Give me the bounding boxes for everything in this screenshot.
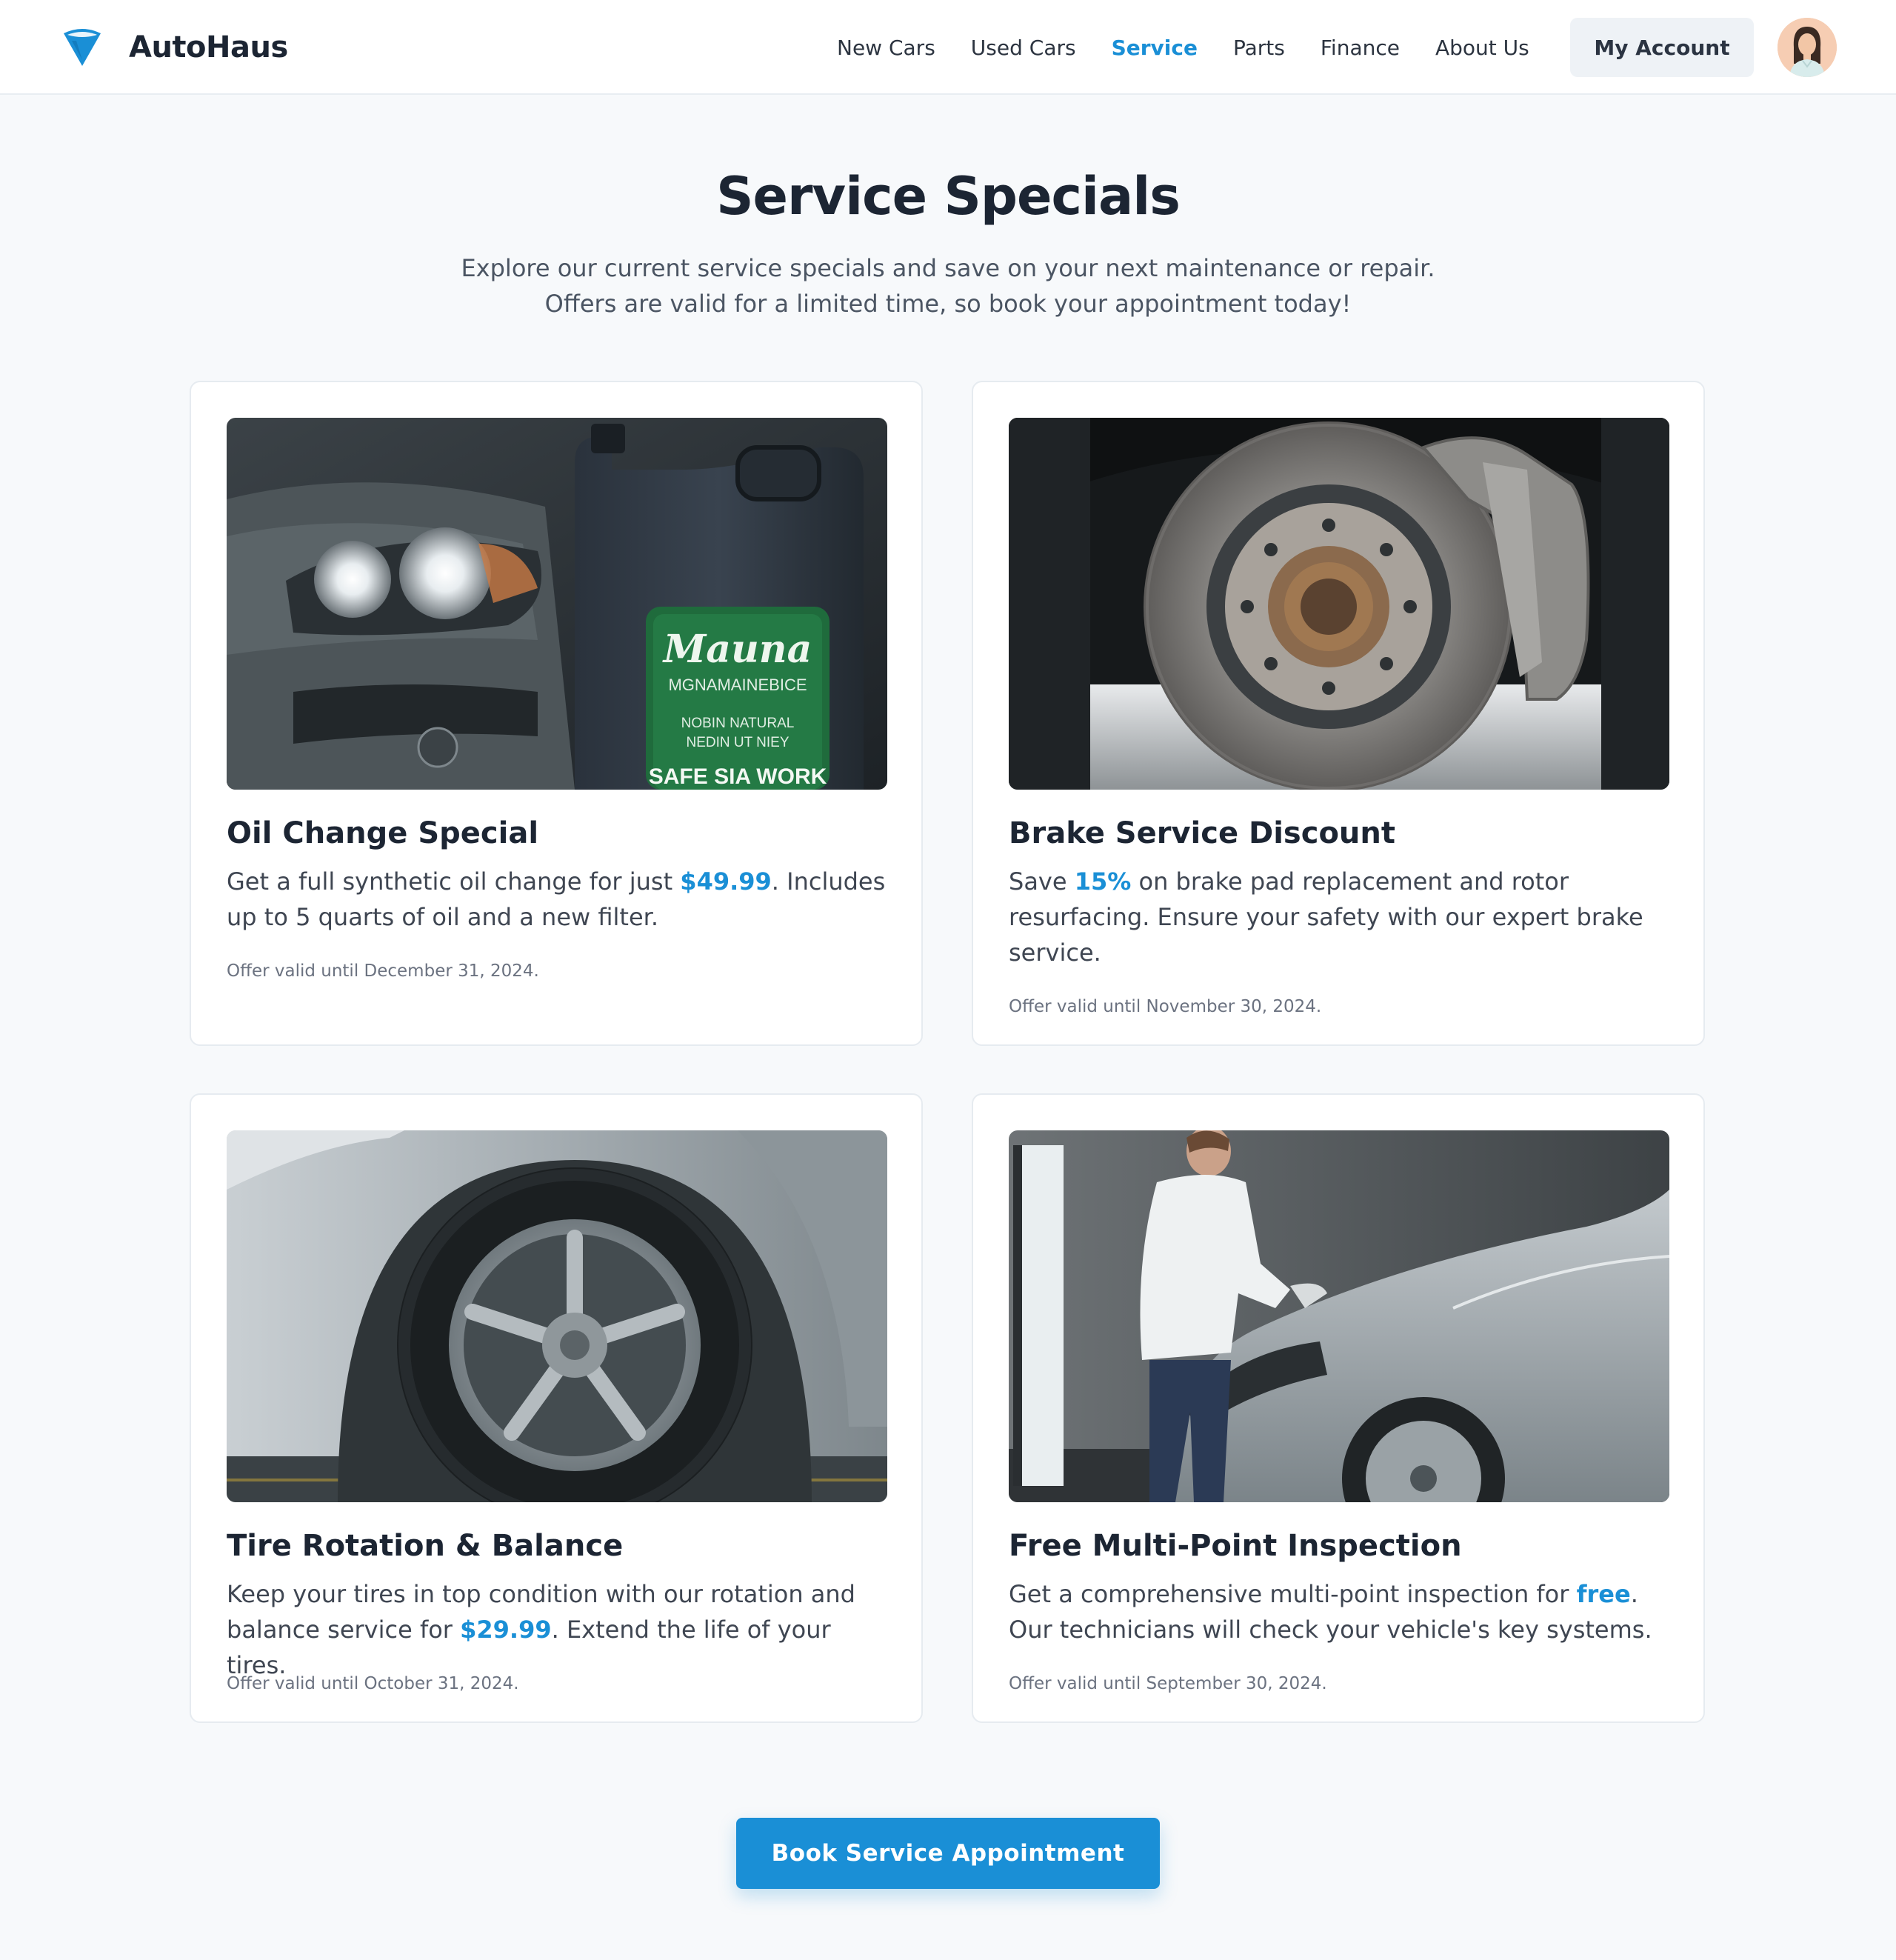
offer-title: Oil Change Special — [227, 816, 539, 850]
offer-title: Tire Rotation & Balance — [227, 1529, 624, 1563]
user-avatar-icon — [1778, 18, 1837, 77]
oil-label-line5: SAFE SIA WORK — [649, 764, 827, 789]
oil-change-image: Mauna MGNAMAINEBICE NOBIN NATURAL NEDIN … — [227, 418, 887, 790]
top-navigation-bar: AutoHaus New Cars Used Cars Service Part… — [0, 0, 1896, 95]
offer-validity: Offer valid until November 30, 2024. — [1009, 997, 1322, 1016]
offer-validity: Offer valid until September 30, 2024. — [1009, 1674, 1327, 1693]
offer-desc-text: Get a comprehensive multi-point inspecti… — [1009, 1580, 1577, 1608]
offer-title: Brake Service Discount — [1009, 816, 1395, 850]
page-subtitle: Explore our current service specials and… — [0, 250, 1896, 321]
oil-change-photo: Mauna MGNAMAINEBICE NOBIN NATURAL NEDIN … — [227, 418, 887, 790]
offer-card-multi-point-inspection[interactable]: Free Multi-Point Inspection Get a compre… — [972, 1093, 1705, 1723]
offer-discount: 15% — [1074, 867, 1132, 896]
offer-desc-text: Save — [1009, 867, 1075, 896]
oil-label-line3: NOBIN NATURAL — [681, 716, 795, 731]
inspection-image — [1009, 1130, 1669, 1502]
nav-item-finance[interactable]: Finance — [1321, 36, 1400, 60]
brand-name: AutoHaus — [129, 30, 288, 64]
offer-description: Get a full synthetic oil change for just… — [227, 864, 893, 935]
tire-rotation-image — [227, 1130, 887, 1502]
car-wheel-photo — [227, 1130, 887, 1502]
offer-description: Save 15% on brake pad replacement and ro… — [1009, 864, 1675, 970]
offer-price: free — [1576, 1580, 1631, 1608]
nav-item-about-us[interactable]: About Us — [1435, 36, 1529, 60]
offer-card-brake-service[interactable]: Brake Service Discount Save 15% on brake… — [972, 381, 1705, 1046]
page-subtitle-line-1: Explore our current service specials and… — [461, 254, 1435, 282]
offer-price: $49.99 — [680, 867, 772, 896]
oil-label-line4: NEDIN UT NIEY — [686, 735, 789, 750]
offer-description: Get a comprehensive multi-point inspecti… — [1009, 1576, 1675, 1647]
brand[interactable]: AutoHaus — [61, 25, 288, 70]
brake-rotor-photo — [1009, 418, 1669, 790]
offer-card-oil-change[interactable]: Mauna MGNAMAINEBICE NOBIN NATURAL NEDIN … — [190, 381, 923, 1046]
oil-label-brand: Mauna — [662, 627, 812, 672]
oil-label-line2: MGNAMAINEBICE — [668, 676, 807, 694]
user-avatar[interactable] — [1778, 18, 1837, 77]
offer-price: $29.99 — [460, 1616, 552, 1644]
brake-service-image — [1009, 418, 1669, 790]
main-nav: New Cars Used Cars Service Parts Finance… — [837, 0, 1565, 95]
offer-validity: Offer valid until October 31, 2024. — [227, 1674, 519, 1693]
offer-title: Free Multi-Point Inspection — [1009, 1529, 1462, 1563]
offer-validity: Offer valid until December 31, 2024. — [227, 961, 539, 981]
my-account-button[interactable]: My Account — [1570, 18, 1754, 77]
nav-item-used-cars[interactable]: Used Cars — [971, 36, 1076, 60]
nav-item-service[interactable]: Service — [1112, 36, 1198, 60]
page-subtitle-line-2: Offers are valid for a limited time, so … — [544, 290, 1352, 318]
technician-inspecting-car-photo — [1009, 1130, 1669, 1502]
offer-description: Keep your tires in top condition with ou… — [227, 1576, 893, 1683]
book-service-appointment-button[interactable]: Book Service Appointment — [736, 1818, 1160, 1889]
nav-item-parts[interactable]: Parts — [1233, 36, 1285, 60]
autohaus-logo-icon — [64, 29, 101, 66]
offer-card-tire-rotation[interactable]: Tire Rotation & Balance Keep your tires … — [190, 1093, 923, 1723]
page-title: Service Specials — [716, 166, 1181, 227]
nav-item-new-cars[interactable]: New Cars — [837, 36, 935, 60]
offer-desc-text: Get a full synthetic oil change for just — [227, 867, 681, 896]
